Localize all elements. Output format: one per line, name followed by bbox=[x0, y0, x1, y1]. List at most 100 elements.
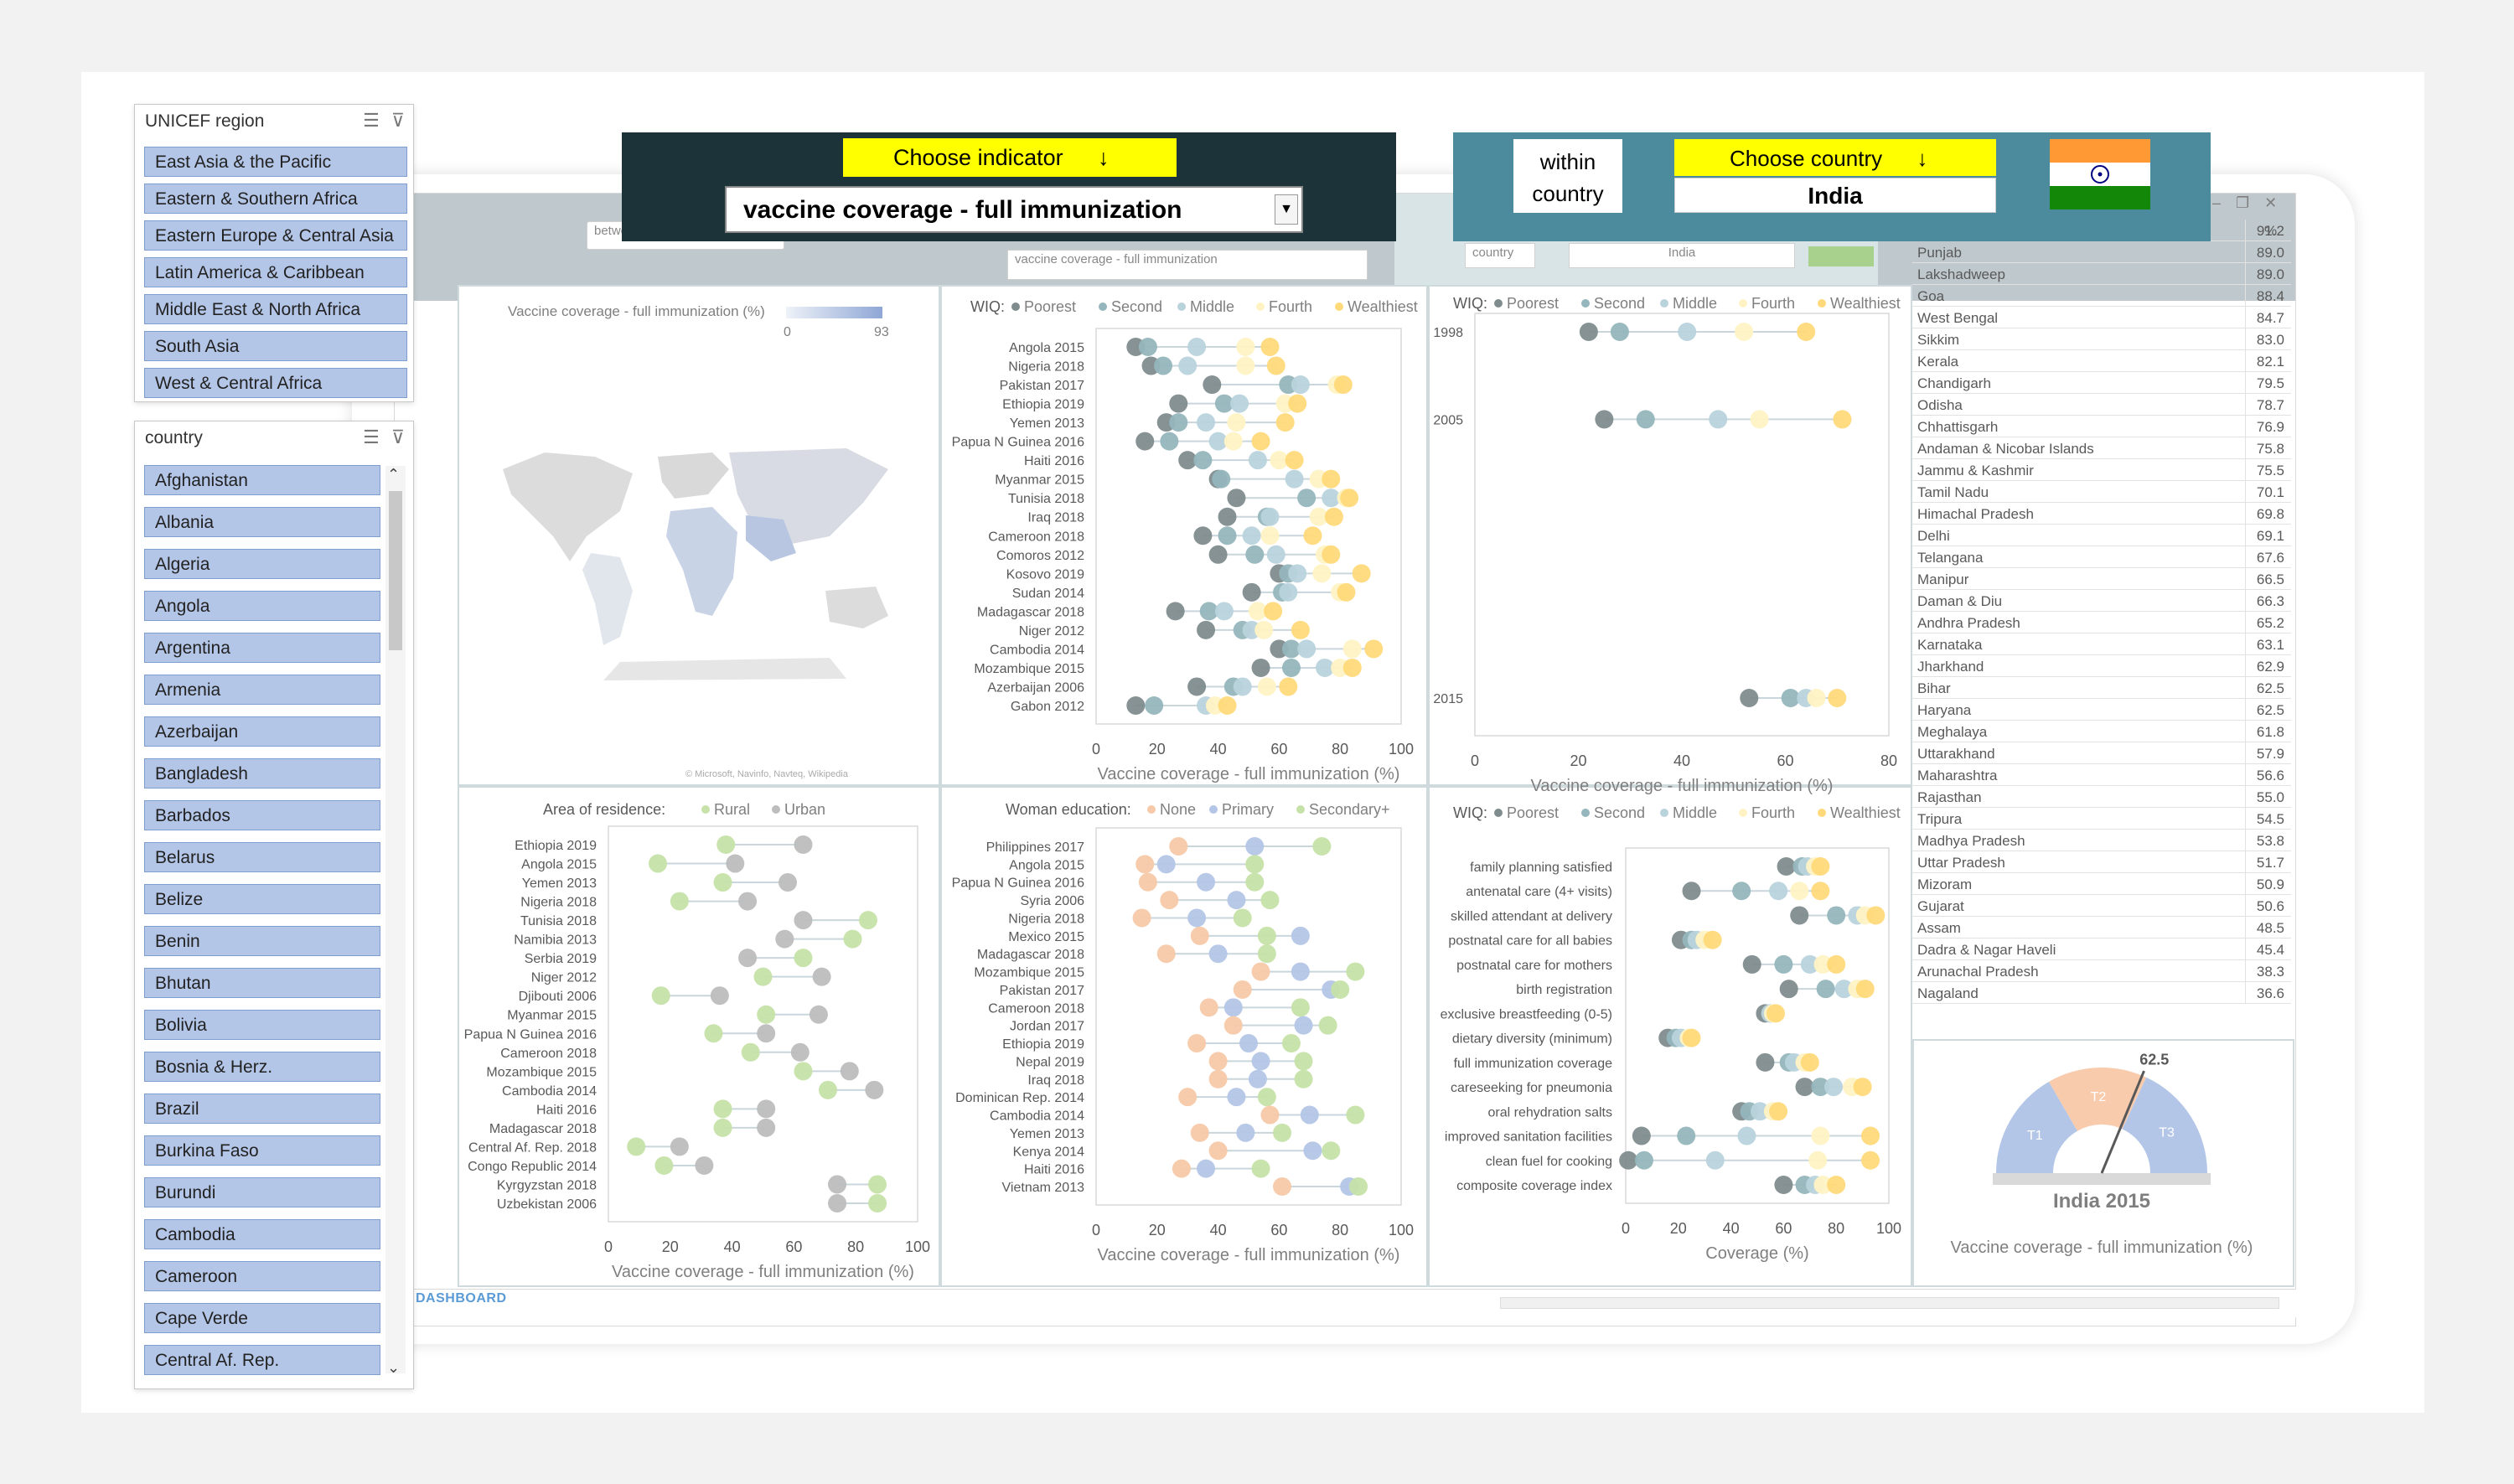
category-label: Nigeria 2018 bbox=[1008, 360, 1084, 375]
country-value[interactable]: India bbox=[1674, 178, 1996, 213]
clear-filter-icon[interactable]: ⊽ bbox=[391, 110, 405, 132]
data-point bbox=[1154, 356, 1173, 375]
data-point bbox=[1248, 1069, 1267, 1088]
scroll-down-icon[interactable]: ⌄ bbox=[387, 1359, 400, 1377]
category-label: composite coverage index bbox=[1456, 1179, 1612, 1193]
tick-label: 40 bbox=[1210, 741, 1227, 758]
tick-label: 60 bbox=[1270, 741, 1287, 758]
legend-label: Middle bbox=[1673, 804, 1717, 821]
region-name: Daman & Diu bbox=[1917, 593, 2003, 609]
gauge-subtitle: Vaccine coverage - full immunization (%) bbox=[1950, 1238, 2253, 1257]
country-item[interactable]: Afghanistan bbox=[144, 465, 380, 495]
region-item[interactable]: Latin America & Caribbean bbox=[144, 257, 407, 287]
country-item[interactable]: Bosnia & Herz. bbox=[144, 1052, 380, 1082]
region-name: Goa bbox=[1917, 288, 1945, 304]
region-item[interactable]: East Asia & the Pacific bbox=[144, 147, 407, 177]
region-value: 69.1 bbox=[2256, 528, 2284, 544]
data-point bbox=[1208, 1141, 1228, 1161]
country-item[interactable]: Azerbaijan bbox=[144, 716, 380, 747]
country-slicer-scroll-thumb[interactable] bbox=[389, 491, 402, 650]
data-point bbox=[1337, 582, 1356, 602]
category-label: Congo Republic 2014 bbox=[468, 1160, 597, 1174]
category-label: Syria 2006 bbox=[1021, 894, 1085, 908]
category-label: Kenya 2014 bbox=[1013, 1145, 1085, 1159]
cell-divider bbox=[2245, 503, 2246, 525]
tick-label: 100 bbox=[1876, 1220, 1901, 1237]
scroll-up-icon[interactable]: ⌃ bbox=[387, 466, 400, 483]
horizontal-scrollbar[interactable] bbox=[1500, 1297, 2279, 1309]
gauge-value: 62.5 bbox=[2139, 1052, 2169, 1068]
data-point bbox=[738, 892, 758, 911]
table-row: Himachal Pradesh 69.8 bbox=[1912, 503, 2291, 525]
data-point bbox=[695, 1156, 714, 1175]
tab-dashboard[interactable]: DASHBOARD bbox=[416, 1291, 507, 1306]
tick-label: 60 bbox=[1777, 752, 1793, 769]
tick-label: 80 bbox=[1332, 741, 1348, 758]
cell-divider bbox=[2245, 633, 2246, 655]
cell-divider bbox=[2245, 437, 2246, 459]
cell-divider bbox=[2245, 241, 2246, 263]
country-item[interactable]: Algeria bbox=[144, 549, 380, 579]
region-value: 53.8 bbox=[2256, 833, 2284, 849]
data-point bbox=[1223, 998, 1243, 1017]
data-point bbox=[741, 1042, 760, 1062]
country-item[interactable]: Armenia bbox=[144, 675, 380, 705]
category-label: Myanmar 2015 bbox=[507, 1009, 597, 1023]
legend-label: Secondary+ bbox=[1309, 801, 1390, 818]
country-item[interactable]: Burundi bbox=[144, 1177, 380, 1207]
cell-divider bbox=[2245, 307, 2246, 328]
country-item[interactable]: Brazil bbox=[144, 1094, 380, 1124]
data-point bbox=[1245, 545, 1265, 564]
table-row: Karnataka 63.1 bbox=[1912, 633, 2291, 655]
region-item[interactable]: Eastern & Southern Africa bbox=[144, 184, 407, 214]
country-item[interactable]: Bangladesh bbox=[144, 758, 380, 789]
region-name: Uttarakhand bbox=[1917, 746, 1995, 762]
data-point bbox=[1169, 413, 1188, 432]
table-row: Jharkhand 62.9 bbox=[1912, 655, 2291, 677]
country-item[interactable]: Argentina bbox=[144, 633, 380, 663]
data-point bbox=[809, 1005, 828, 1024]
country-item[interactable]: Central Af. Rep. bbox=[144, 1345, 380, 1375]
data-point bbox=[1208, 1069, 1228, 1088]
country-item[interactable]: Burkina Faso bbox=[144, 1135, 380, 1166]
region-name: Lakshadweep bbox=[1917, 266, 2005, 282]
country-item[interactable]: Benin bbox=[144, 926, 380, 956]
country-item[interactable]: Bhutan bbox=[144, 968, 380, 998]
data-point bbox=[1619, 1150, 1638, 1170]
region-value: 50.6 bbox=[2256, 898, 2284, 914]
plot-area bbox=[1474, 313, 1890, 737]
region-item[interactable]: Eastern Europe & Central Asia bbox=[144, 220, 407, 251]
tick-label: 60 bbox=[1775, 1220, 1792, 1237]
legend-marker bbox=[1177, 302, 1186, 311]
data-point bbox=[1239, 1034, 1258, 1053]
data-point bbox=[1800, 1052, 1819, 1072]
clear-filter-icon[interactable]: ⊽ bbox=[391, 427, 405, 448]
region-item[interactable]: West & Central Africa bbox=[144, 368, 407, 398]
region-name: Meghalaya bbox=[1917, 724, 1988, 740]
category-label: Cambodia 2014 bbox=[990, 643, 1084, 657]
tick-label: 100 bbox=[1389, 1222, 1414, 1238]
country-item[interactable]: Cambodia bbox=[144, 1219, 380, 1249]
country-item[interactable]: Cameroon bbox=[144, 1261, 380, 1291]
region-value: 38.3 bbox=[2256, 964, 2284, 980]
multi-select-icon[interactable]: ☰ bbox=[363, 110, 380, 132]
data-point bbox=[1156, 855, 1176, 874]
country-item[interactable]: Albania bbox=[144, 507, 380, 537]
country-item[interactable]: Belarus bbox=[144, 842, 380, 872]
dropdown-caret-icon[interactable]: ▼ bbox=[1275, 194, 1298, 225]
region-item[interactable]: Middle East & North Africa bbox=[144, 294, 407, 324]
country-item[interactable]: Bolivia bbox=[144, 1010, 380, 1040]
multi-select-icon[interactable]: ☰ bbox=[363, 427, 380, 448]
data-point bbox=[794, 835, 813, 854]
country-item[interactable]: Angola bbox=[144, 591, 380, 621]
table-row: Bihar 62.5 bbox=[1912, 677, 2291, 699]
data-point bbox=[1795, 1078, 1814, 1097]
indicator-dropdown[interactable]: vaccine coverage - full immunization ▼ bbox=[725, 186, 1303, 233]
region-value: 61.8 bbox=[2256, 724, 2284, 740]
region-item[interactable]: South Asia bbox=[144, 331, 407, 361]
data-point bbox=[1279, 677, 1298, 696]
country-item[interactable]: Barbados bbox=[144, 800, 380, 830]
country-item[interactable]: Cape Verde bbox=[144, 1303, 380, 1333]
country-item[interactable]: Belize bbox=[144, 884, 380, 914]
region-value: 56.6 bbox=[2256, 768, 2284, 783]
